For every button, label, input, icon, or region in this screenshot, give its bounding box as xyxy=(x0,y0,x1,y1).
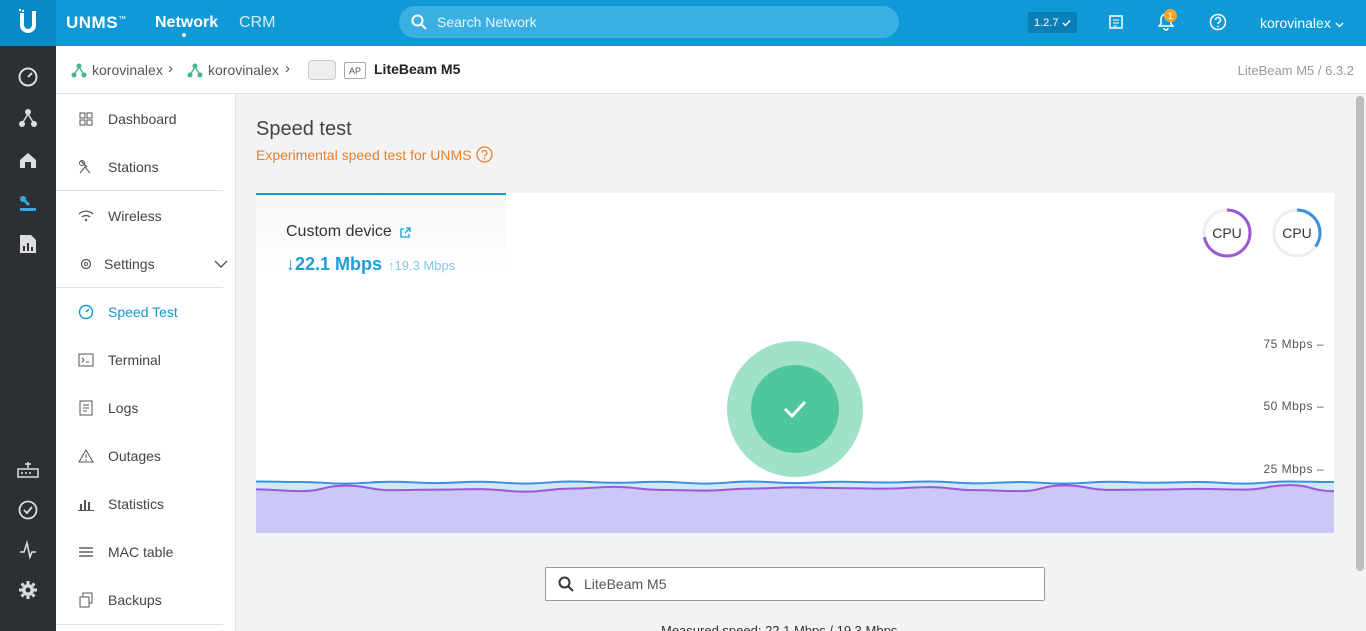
menu-stations[interactable]: Stations xyxy=(76,155,226,179)
page-title: Speed test xyxy=(256,118,352,140)
cpu-gauge-1: CPU xyxy=(1201,207,1253,259)
tab-custom-device[interactable]: Custom device ↓22.1 Mbps ↑19.3 Mbps xyxy=(256,193,506,275)
user-menu[interactable]: korovinalex xyxy=(1260,15,1344,31)
y-tick-label: 50 Mbps – xyxy=(1263,399,1324,413)
chevron-down-icon xyxy=(214,260,228,268)
search-placeholder: Search Network xyxy=(437,14,537,30)
nav-network[interactable]: Network xyxy=(155,14,218,32)
menu-logs[interactable]: Logs xyxy=(76,396,226,420)
menu-backups[interactable]: Backups xyxy=(76,588,226,612)
page-subtitle: Experimental speed test for UNMS xyxy=(256,146,493,163)
terminal-icon xyxy=(76,353,96,367)
cpu-gauge-1-label: CPU xyxy=(1212,225,1242,241)
cpu-gauge-2: CPU xyxy=(1271,207,1323,259)
series-2-area xyxy=(256,485,1334,533)
device-menu: Dashboard Stations Wireless Settings Spe… xyxy=(56,94,236,631)
wifi-icon xyxy=(76,210,96,222)
search-icon xyxy=(558,576,574,592)
antenna-icon xyxy=(76,159,96,175)
tasks-check-icon[interactable] xyxy=(17,499,39,521)
series-1-line xyxy=(256,480,1334,485)
tab-title: Custom device xyxy=(286,223,411,241)
icon-rail xyxy=(0,46,56,631)
main-content: Speed test Experimental speed test for U… xyxy=(236,94,1354,631)
breadcrumb-device: LiteBeam M5 xyxy=(374,61,461,77)
ap-tag: AP xyxy=(344,62,367,79)
menu-dashboard[interactable]: Dashboard xyxy=(76,107,226,131)
scrollbar-thumb[interactable] xyxy=(1356,96,1364,571)
help-icon[interactable] xyxy=(1208,12,1228,32)
gear-icon[interactable] xyxy=(17,579,39,601)
document-icon xyxy=(76,400,96,416)
grid-icon xyxy=(76,112,96,126)
menu-divider xyxy=(56,287,223,288)
bar-chart-icon xyxy=(76,497,96,511)
topology-icon[interactable] xyxy=(17,107,39,129)
download-speed: ↓22.1 Mbps xyxy=(286,254,383,274)
y-tick-label: 75 Mbps – xyxy=(1263,337,1324,351)
speed-test-card: Custom device ↓22.1 Mbps ↑19.3 Mbps CPU … xyxy=(256,193,1334,533)
check-icon xyxy=(1062,19,1071,27)
speed-gauge-icon xyxy=(76,304,96,320)
ubiquiti-logo-icon[interactable] xyxy=(0,0,56,46)
nav-active-indicator xyxy=(182,33,186,37)
site-icon xyxy=(71,63,87,77)
devices-antenna-icon[interactable] xyxy=(17,192,39,214)
speed-result: ↓22.1 Mbps ↑19.3 Mbps xyxy=(286,254,455,275)
chevron-down-icon xyxy=(1335,22,1344,28)
breadcrumb-separator: › xyxy=(285,60,290,77)
list-icon xyxy=(76,546,96,558)
y-tick-label: 25 Mbps – xyxy=(1263,462,1324,476)
dashboard-gauge-icon[interactable] xyxy=(17,66,39,88)
device-thumbnail-icon xyxy=(308,60,336,80)
version-badge[interactable]: 1.2.7 xyxy=(1028,12,1078,33)
menu-divider xyxy=(56,624,223,625)
menu-wireless[interactable]: Wireless xyxy=(76,204,226,228)
breadcrumb-separator: › xyxy=(168,60,173,77)
network-search-input[interactable]: Search Network xyxy=(399,6,899,38)
menu-mac-table[interactable]: MAC table xyxy=(76,540,226,564)
copy-icon xyxy=(76,592,96,608)
reports-icon[interactable] xyxy=(17,233,39,255)
device-search-input[interactable]: LiteBeam M5 xyxy=(545,567,1045,601)
help-icon[interactable] xyxy=(475,146,493,163)
menu-settings[interactable]: Settings xyxy=(76,252,228,276)
external-link-icon[interactable] xyxy=(400,226,411,238)
menu-speed-test[interactable]: Speed Test xyxy=(76,300,226,324)
test-complete-indicator xyxy=(727,341,863,477)
brand-name[interactable]: UNMS™ xyxy=(66,13,127,33)
breadcrumb: korovinalex › korovinalex › AP LiteBeam … xyxy=(56,46,1366,94)
search-icon xyxy=(411,14,427,30)
device-model-firmware: LiteBeam M5 / 6.3.2 xyxy=(1237,63,1354,78)
breadcrumb-site-1[interactable]: korovinalex xyxy=(71,62,163,78)
news-icon[interactable] xyxy=(1106,12,1126,32)
upload-speed: ↑19.3 Mbps xyxy=(388,258,456,273)
top-bar: UNMS™ Network CRM Search Network 1.2.7 1… xyxy=(0,0,1366,46)
cpu-gauge-2-label: CPU xyxy=(1282,225,1312,241)
nav-crm[interactable]: CRM xyxy=(239,14,275,32)
notification-count-badge: 1 xyxy=(1164,9,1177,22)
measured-speed-text: Measured speed: 22.1 Mbps / 19.3 Mbps xyxy=(661,623,898,631)
menu-statistics[interactable]: Statistics xyxy=(76,492,226,516)
breadcrumb-site-2[interactable]: korovinalex xyxy=(187,62,279,78)
scrollbar[interactable] xyxy=(1354,94,1366,631)
switch-icon[interactable] xyxy=(17,459,39,481)
check-icon xyxy=(751,365,839,453)
site-icon xyxy=(187,63,203,77)
logs-wave-icon[interactable] xyxy=(17,539,39,561)
menu-terminal[interactable]: Terminal xyxy=(76,348,226,372)
gear-icon xyxy=(76,257,96,271)
warning-icon xyxy=(76,449,96,463)
sites-home-icon[interactable] xyxy=(17,149,39,171)
menu-divider xyxy=(56,190,223,191)
menu-outages[interactable]: Outages xyxy=(76,444,226,468)
